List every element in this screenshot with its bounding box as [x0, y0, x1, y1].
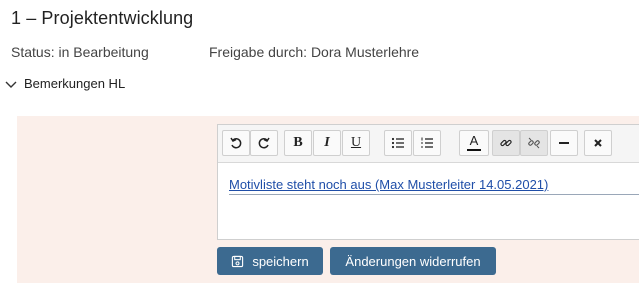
redo-button[interactable]	[250, 130, 278, 156]
numbered-list-icon	[421, 137, 433, 148]
undo-icon	[230, 137, 242, 149]
floppy-disk-icon	[232, 255, 244, 267]
underline-label: U	[350, 135, 362, 150]
bold-label: B	[293, 135, 303, 150]
bullet-list-button[interactable]	[384, 130, 412, 156]
link-icon	[500, 139, 512, 147]
status-text: Status: in Bearbeitung	[11, 44, 149, 60]
revert-changes-button[interactable]: Änderungen widerrufen	[330, 247, 496, 275]
text-color-icon: A	[467, 134, 481, 151]
release-text: Freigabe durch: Dora Musterlehre	[209, 44, 420, 60]
remark-link[interactable]: Motivliste steht noch aus (Max Musterlei…	[229, 177, 548, 192]
remarks-section-toggle[interactable]: Bemerkungen HL	[4, 76, 125, 91]
editor-toolbar: B I U A	[218, 125, 639, 163]
horizontal-rule-button[interactable]	[550, 130, 578, 156]
italic-button[interactable]: I	[313, 130, 341, 156]
content-divider	[229, 194, 639, 195]
save-button-label: speichern	[252, 253, 309, 269]
numbered-list-button[interactable]	[413, 130, 441, 156]
undo-button[interactable]	[222, 130, 250, 156]
link-button[interactable]	[492, 130, 520, 156]
page-title: 1 – Projektentwicklung	[11, 8, 194, 28]
revert-button-label: Änderungen widerrufen	[345, 253, 481, 269]
rich-text-editor: B I U A Motivliste steht noch aus (Max M…	[217, 124, 639, 240]
unlink-button[interactable]	[520, 130, 548, 156]
horizontal-rule-icon	[559, 142, 569, 144]
italic-label: I	[324, 135, 330, 150]
bold-button[interactable]: B	[284, 130, 312, 156]
chevron-down-icon	[5, 81, 17, 88]
text-color-button[interactable]: A	[459, 130, 489, 156]
clear-format-icon	[594, 139, 602, 147]
unlink-icon	[528, 137, 540, 149]
bullet-list-icon	[391, 137, 404, 149]
editor-content[interactable]: Motivliste steht noch aus (Max Musterlei…	[229, 177, 548, 192]
save-button[interactable]: speichern	[217, 247, 323, 275]
clear-format-button[interactable]	[584, 130, 612, 156]
redo-icon	[258, 137, 270, 149]
remarks-section-label: Bemerkungen HL	[24, 76, 126, 91]
underline-button[interactable]: U	[342, 130, 370, 156]
